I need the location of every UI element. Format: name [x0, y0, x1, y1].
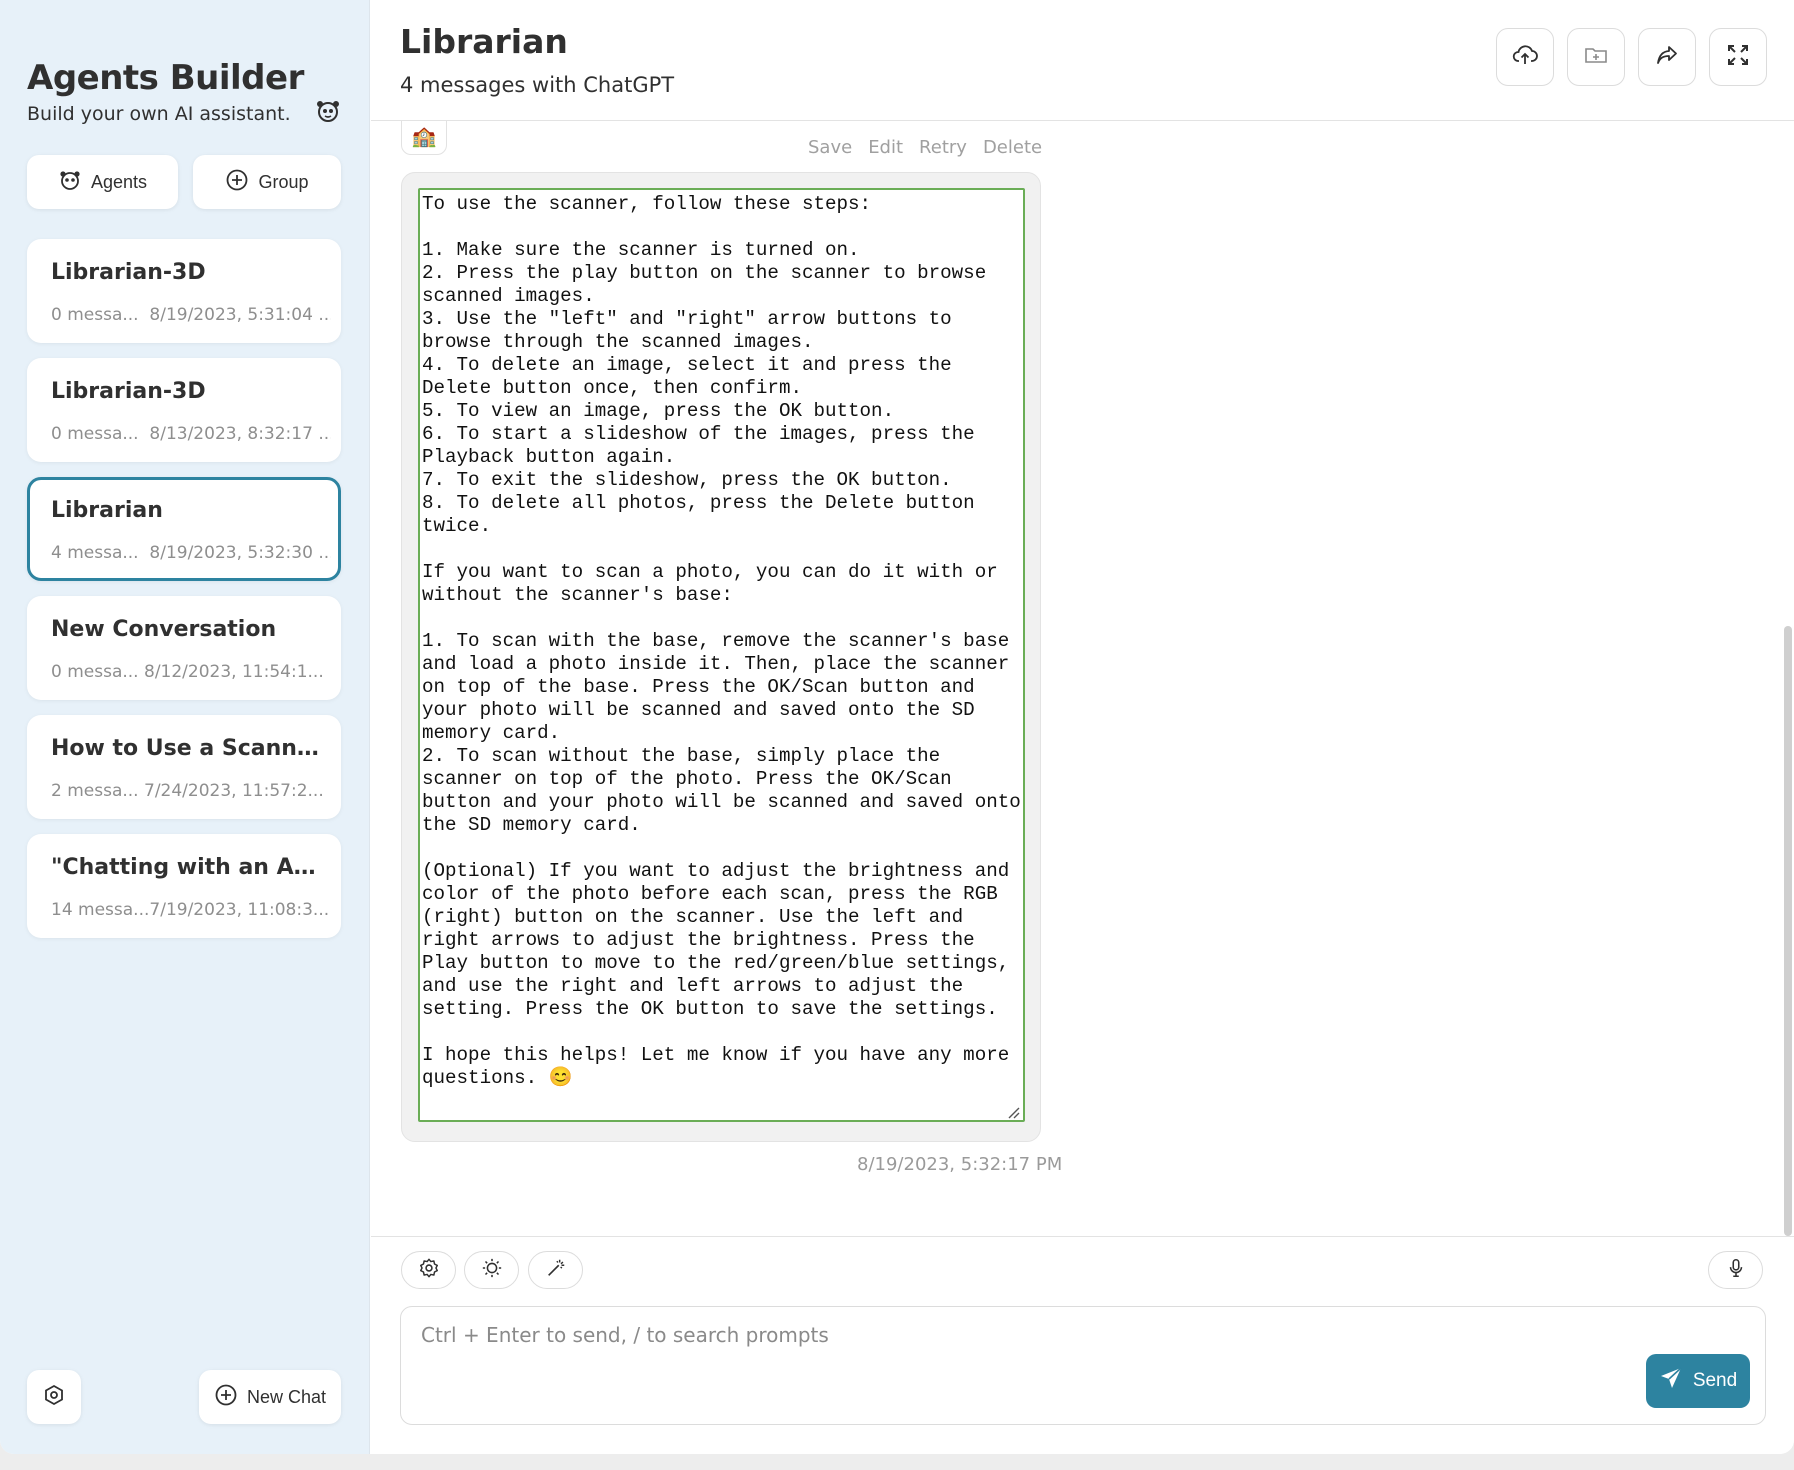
- delete-action[interactable]: Delete: [983, 137, 1042, 158]
- conversation-date: 8/19/2023, 5:32:30 ...: [149, 543, 331, 563]
- gear-icon: [418, 1257, 440, 1284]
- conversation-meta: 0 messa... 8/12/2023, 11:54:1...: [51, 662, 331, 682]
- message-count: 0 messa...: [51, 424, 139, 444]
- conversation-meta: 0 messa... 8/19/2023, 5:31:04 ...: [51, 305, 331, 325]
- theme-toggle-button[interactable]: [464, 1251, 519, 1289]
- microphone-icon: [1725, 1257, 1747, 1284]
- conversation-date: 8/19/2023, 5:31:04 ...: [149, 305, 331, 325]
- conversation-meta: 2 messa... 7/24/2023, 11:57:2...: [51, 781, 331, 801]
- hexagon-settings-icon: [42, 1383, 66, 1412]
- edit-action[interactable]: Edit: [868, 137, 903, 158]
- conversation-list: Librarian-3D 0 messa... 8/19/2023, 5:31:…: [27, 239, 341, 953]
- app-title: Agents Builder: [27, 58, 304, 98]
- conversation-title: Librarian-3D: [51, 379, 206, 404]
- conversation-title: New Conversation: [51, 617, 277, 642]
- voice-input-button[interactable]: [1708, 1251, 1763, 1289]
- chat-title: Librarian: [400, 22, 568, 61]
- cloud-upload-icon: [1512, 42, 1538, 73]
- group-label: Group: [258, 171, 309, 192]
- conversation-title: Librarian-3D: [51, 260, 206, 285]
- conversation-item[interactable]: "Chatting with an AI ... 14 messa...7/19…: [27, 834, 341, 938]
- agents-label: Agents: [90, 171, 148, 192]
- send-icon: [1659, 1366, 1683, 1396]
- send-button[interactable]: Send: [1646, 1354, 1750, 1408]
- agent-avatar: 🏫: [401, 121, 447, 155]
- conversation-title: Librarian: [51, 498, 163, 523]
- conversation-date: 8/13/2023, 8:32:17 ...: [149, 424, 331, 444]
- retry-action[interactable]: Retry: [919, 137, 967, 158]
- group-button[interactable]: Group: [193, 155, 341, 209]
- conversation-item-active[interactable]: Librarian 4 messa... 8/19/2023, 5:32:30 …: [27, 477, 341, 581]
- robot-icon: [58, 168, 82, 197]
- conversation-meta: 4 messa... 8/19/2023, 5:32:30 ...: [51, 543, 331, 563]
- message-timestamp: 8/19/2023, 5:32:17 PM: [857, 1154, 1063, 1175]
- sun-icon: [481, 1257, 503, 1284]
- message-count: 0 messa...: [51, 662, 139, 682]
- prompt-magic-button[interactable]: [528, 1251, 583, 1289]
- message-count: 14 messa...: [51, 900, 150, 920]
- conversation-title: "Chatting with an AI ...: [51, 855, 321, 880]
- app-subtitle: Build your own AI assistant.: [27, 103, 291, 125]
- conversation-date: 8/12/2023, 11:54:1...: [144, 662, 324, 682]
- resize-handle-icon[interactable]: [1006, 1105, 1020, 1119]
- new-chat-label: New Chat: [246, 1386, 327, 1407]
- conversation-item[interactable]: Librarian-3D 0 messa... 8/13/2023, 8:32:…: [27, 358, 341, 462]
- folder-plus-icon: [1583, 42, 1609, 73]
- message-edit-textarea[interactable]: To use the scanner, follow these steps: …: [418, 188, 1025, 1122]
- message-count: 0 messa...: [51, 305, 139, 325]
- conversation-date: 7/19/2023, 11:08:3...: [149, 900, 330, 920]
- message-list: 🏫 Save Edit Retry Delete To use the scan…: [371, 121, 1794, 1236]
- chat-settings-button[interactable]: [401, 1251, 456, 1289]
- chat-main: Librarian 4 messages with ChatGPT 🏫 Save…: [371, 0, 1794, 1454]
- conversation-meta: 14 messa...7/19/2023, 11:08:3...: [51, 900, 331, 920]
- export-button[interactable]: [1496, 28, 1554, 86]
- conversation-meta: 0 messa... 8/13/2023, 8:32:17 ...: [51, 424, 331, 444]
- robot-icon: [315, 98, 341, 124]
- agents-button[interactable]: Agents: [27, 155, 178, 209]
- new-folder-button[interactable]: [1567, 28, 1625, 86]
- magic-wand-icon: [545, 1257, 567, 1284]
- plus-circle-icon: [214, 1383, 238, 1412]
- plus-circle-icon: [225, 168, 249, 197]
- share-button[interactable]: [1638, 28, 1696, 86]
- message-bubble: To use the scanner, follow these steps: …: [401, 172, 1041, 1142]
- sidebar: Agents Builder Build your own AI assista…: [0, 0, 370, 1454]
- conversation-item[interactable]: How to Use a Scanner 2 messa... 7/24/202…: [27, 715, 341, 819]
- conversation-item[interactable]: New Conversation 0 messa... 8/12/2023, 1…: [27, 596, 341, 700]
- message-count: 2 messa...: [51, 781, 139, 801]
- fullscreen-button[interactable]: [1709, 28, 1767, 86]
- message-actions: Save Edit Retry Delete: [808, 137, 1042, 158]
- message-input-box: Send: [400, 1306, 1766, 1425]
- new-chat-button[interactable]: New Chat: [199, 1370, 341, 1424]
- conversation-title: How to Use a Scanner: [51, 736, 321, 761]
- conversation-item[interactable]: Librarian-3D 0 messa... 8/19/2023, 5:31:…: [27, 239, 341, 343]
- scrollbar[interactable]: [1784, 626, 1792, 1236]
- message-count: 4 messa...: [51, 543, 139, 563]
- message-input[interactable]: [421, 1323, 1621, 1383]
- share-arrow-icon: [1654, 42, 1680, 73]
- app-window: Agents Builder Build your own AI assista…: [0, 0, 1794, 1454]
- conversation-date: 7/24/2023, 11:57:2...: [144, 781, 324, 801]
- send-label: Send: [1692, 1370, 1738, 1391]
- save-action[interactable]: Save: [808, 137, 852, 158]
- composer: Send: [371, 1236, 1794, 1454]
- chat-subtitle: 4 messages with ChatGPT: [400, 73, 675, 97]
- settings-button[interactable]: [27, 1370, 81, 1424]
- expand-icon: [1725, 42, 1751, 73]
- chat-header: Librarian 4 messages with ChatGPT: [371, 0, 1794, 121]
